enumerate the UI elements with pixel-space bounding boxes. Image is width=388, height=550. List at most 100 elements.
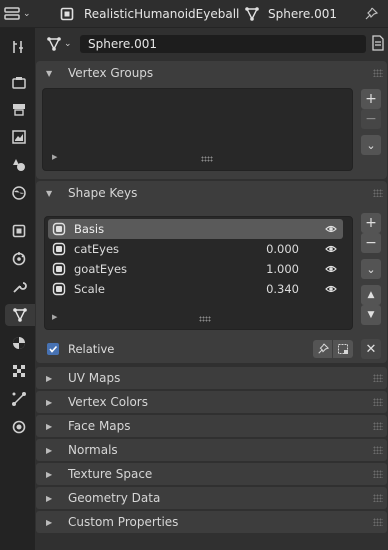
fake-user-button[interactable]: [371, 35, 385, 53]
mesh-datablock-selector: ⌄ Sphere.001: [46, 34, 385, 54]
tab-texture[interactable]: [7, 360, 31, 382]
tab-scene[interactable]: [7, 154, 31, 176]
shape-key-icon: [52, 262, 66, 276]
shape-key-value[interactable]: 1.000: [266, 262, 299, 276]
properties-editor-icon: [4, 7, 20, 20]
drag-handle-icon[interactable]: [373, 446, 383, 454]
texture-space-panel[interactable]: ▶ Texture Space: [36, 463, 387, 485]
render-icon: [12, 77, 26, 89]
object-cube-icon: [60, 7, 74, 21]
list-resize-handle-icon[interactable]: [201, 156, 213, 162]
remove-vertex-group-button[interactable]: −: [361, 109, 381, 129]
collapsed-triangle-icon: ▶: [46, 493, 53, 503]
geometry-data-panel[interactable]: ▶ Geometry Data: [36, 487, 387, 509]
vertex-groups-panel: ▼ Vertex Groups ▶ + − ⌄: [36, 61, 387, 179]
shape-keys-title: Shape Keys: [68, 186, 138, 200]
normals-header[interactable]: ▶ Normals: [36, 438, 387, 462]
drag-handle-icon[interactable]: [373, 470, 383, 478]
tab-world[interactable]: [7, 182, 31, 204]
shape-keys-list[interactable]: Basis catEyes 0.000 goatEyes 1.000 Scale…: [44, 216, 353, 330]
tab-view-layer[interactable]: [7, 126, 31, 148]
uv-maps-panel[interactable]: ▶ UV Maps: [36, 367, 387, 389]
uv-maps-header[interactable]: ▶ UV Maps: [36, 366, 387, 390]
output-icon: [13, 104, 25, 116]
shape-keys-header[interactable]: ▼ Shape Keys: [36, 181, 387, 205]
add-shape-key-button[interactable]: +: [361, 213, 381, 233]
shape-key-row[interactable]: Basis: [48, 219, 343, 239]
drag-handle-icon[interactable]: [373, 69, 383, 77]
filter-expand-icon[interactable]: ▶: [52, 153, 57, 161]
drag-handle-icon[interactable]: [373, 518, 383, 526]
vertex-colors-panel[interactable]: ▶ Vertex Colors: [36, 391, 387, 413]
drag-handle-icon[interactable]: [373, 422, 383, 430]
checkbox-checked[interactable]: [47, 343, 59, 355]
triangle-down-icon: ▼: [367, 310, 375, 320]
eye-icon[interactable]: [325, 263, 337, 275]
vertex-groups-list[interactable]: ▶: [42, 88, 353, 171]
filter-expand-icon[interactable]: ▶: [52, 313, 57, 321]
geometry-data-header[interactable]: ▶ Geometry Data: [36, 486, 387, 510]
tab-output[interactable]: [7, 98, 31, 120]
move-shape-key-down-button[interactable]: ▼: [361, 305, 381, 325]
normals-panel[interactable]: ▶ Normals: [36, 439, 387, 461]
eye-icon[interactable]: [325, 223, 337, 235]
shape-key-row[interactable]: goatEyes 1.000: [48, 259, 343, 279]
shape-key-value[interactable]: 0.000: [266, 242, 299, 256]
shape-key-value[interactable]: 0.340: [266, 282, 299, 296]
shape-key-row[interactable]: Scale 0.340: [48, 279, 343, 299]
list-resize-handle-icon[interactable]: [199, 316, 211, 322]
vertex-colors-header[interactable]: ▶ Vertex Colors: [36, 390, 387, 414]
remove-shape-key-button[interactable]: −: [361, 233, 381, 253]
tab-data[interactable]: [7, 416, 31, 438]
datablock-browse-button[interactable]: ⌄: [46, 36, 72, 52]
mesh-breadcrumb[interactable]: Sphere.001: [244, 0, 337, 28]
pin-button[interactable]: [364, 0, 378, 28]
tab-render[interactable]: [7, 72, 31, 94]
properties-content: ⌄ Sphere.001 ▼ Vertex Groups ▶ + − ⌄ ▼ S…: [35, 28, 388, 550]
object-name: RealisticHumanoidEyeball: [84, 7, 240, 21]
shape-key-icon: [52, 242, 66, 256]
shape-key-specials-button[interactable]: ⌄: [361, 259, 381, 279]
vertex-group-specials-button[interactable]: ⌄: [361, 135, 381, 155]
tab-object[interactable]: [7, 220, 31, 242]
object-breadcrumb[interactable]: RealisticHumanoidEyeball: [60, 0, 239, 28]
vertex-groups-header[interactable]: ▼ Vertex Groups: [36, 61, 387, 85]
face-maps-panel[interactable]: ▶ Face Maps: [36, 415, 387, 437]
tab-physics[interactable]: [7, 276, 31, 298]
clear-shape-keys-button[interactable]: ✕: [361, 339, 381, 359]
tab-constraints[interactable]: [7, 388, 31, 410]
tool-icon: [13, 41, 23, 53]
tab-object-data[interactable]: [5, 304, 35, 326]
face-maps-header[interactable]: ▶ Face Maps: [36, 414, 387, 438]
edit-mode-shape-button[interactable]: [333, 340, 353, 358]
custom-properties-header[interactable]: ▶ Custom Properties: [36, 510, 387, 534]
tab-tool[interactable]: [7, 36, 31, 58]
move-shape-key-up-button[interactable]: ▲: [361, 285, 381, 305]
drag-handle-icon[interactable]: [373, 494, 383, 502]
tab-material[interactable]: [7, 332, 31, 354]
edit-mode-icon: [338, 344, 348, 354]
collapsed-triangle-icon: ▶: [46, 397, 53, 407]
drag-handle-icon[interactable]: [373, 374, 383, 382]
editor-type-dropdown[interactable]: ⌄: [4, 0, 31, 28]
chevron-down-icon: ⌄: [366, 262, 376, 276]
shape-keys-panel: ▼ Shape Keys Basis catEyes 0.000 goatEye…: [36, 181, 387, 363]
datablock-name-field[interactable]: Sphere.001: [80, 35, 366, 53]
eye-icon[interactable]: [325, 283, 337, 295]
shape-key-pin-button[interactable]: [313, 340, 333, 358]
shape-key-row[interactable]: catEyes 0.000: [48, 239, 343, 259]
drag-handle-icon[interactable]: [373, 398, 383, 406]
custom-properties-panel[interactable]: ▶ Custom Properties: [36, 511, 387, 533]
shape-key-lock-buttons: [313, 340, 353, 358]
drag-handle-icon[interactable]: [373, 189, 383, 197]
relative-checkbox[interactable]: Relative: [47, 342, 114, 356]
add-vertex-group-button[interactable]: +: [361, 89, 381, 109]
shape-key-icon: [52, 222, 66, 236]
properties-header: ⌄ RealisticHumanoidEyeball Sphere.001: [0, 0, 388, 28]
expanded-triangle-icon: ▼: [46, 68, 53, 78]
shape-key-name: Basis: [74, 222, 105, 236]
properties-tab-bar: [0, 28, 35, 550]
tab-modifier[interactable]: [7, 248, 31, 270]
eye-icon[interactable]: [325, 243, 337, 255]
texture-space-header[interactable]: ▶ Texture Space: [36, 462, 387, 486]
